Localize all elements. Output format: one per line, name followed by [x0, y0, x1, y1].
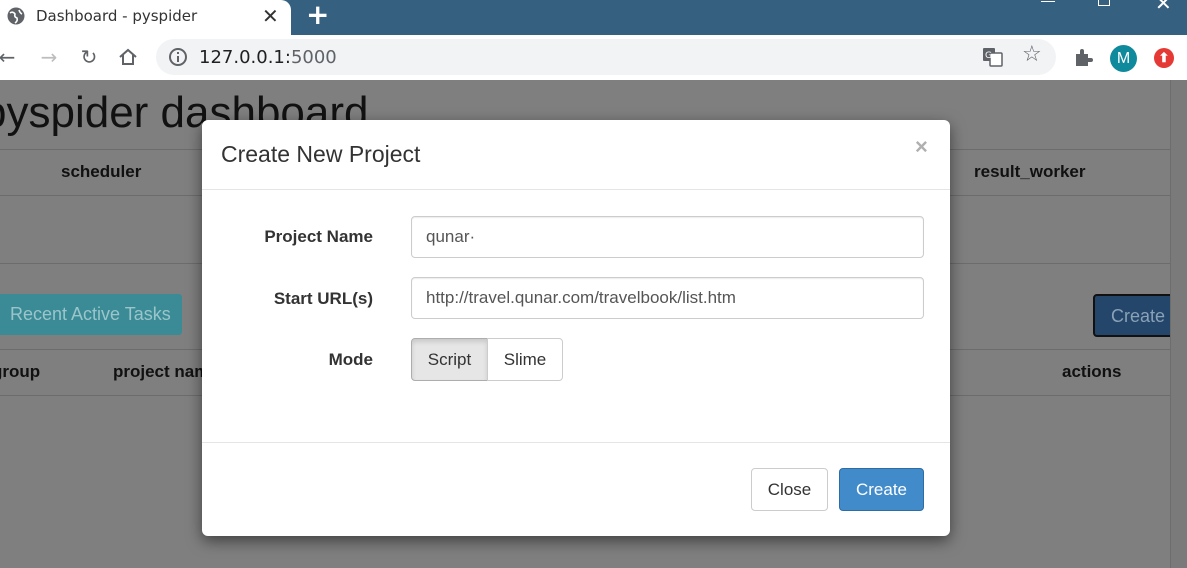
- browser-toolbar: ← → ↻ 127.0.0.1:5000 G ☆ M ⬆: [0, 35, 1187, 80]
- modal-footer-divider: [202, 442, 950, 443]
- start-urls-input[interactable]: [411, 277, 924, 319]
- table-header-group: group: [0, 362, 41, 381]
- modal-title: Create New Project: [221, 141, 421, 167]
- close-button[interactable]: Close: [751, 468, 828, 511]
- modal-header: Create New Project ×: [202, 120, 950, 190]
- recent-active-tasks-button[interactable]: Recent Active Tasks: [0, 294, 182, 335]
- tab-close-icon[interactable]: ✕: [262, 4, 279, 28]
- svg-text:G: G: [985, 51, 992, 61]
- info-icon[interactable]: [168, 47, 188, 67]
- back-icon[interactable]: ←: [0, 46, 18, 68]
- forward-icon[interactable]: →: [38, 46, 60, 68]
- extension-icon[interactable]: ⬆: [1154, 48, 1174, 68]
- mode-script-button[interactable]: Script: [411, 338, 488, 381]
- create-project-modal: Create New Project × Project Name Start …: [202, 120, 950, 536]
- create-project-button[interactable]: Create: [1093, 294, 1170, 337]
- maximize-icon[interactable]: [1098, 0, 1110, 6]
- modal-close-icon[interactable]: ×: [915, 134, 928, 160]
- address-bar[interactable]: 127.0.0.1:5000 G ☆: [156, 39, 1056, 75]
- extensions-icon[interactable]: [1072, 46, 1094, 68]
- status-column-result-worker: result_worker: [974, 162, 1086, 181]
- profile-avatar[interactable]: M: [1110, 45, 1137, 72]
- tab-title: Dashboard - pyspider: [36, 7, 198, 25]
- new-tab-button[interactable]: +: [306, 0, 329, 31]
- table-header-actions: actions: [1062, 362, 1122, 381]
- window-close-icon[interactable]: ✕: [1155, 0, 1172, 15]
- project-name-input[interactable]: [411, 216, 924, 258]
- browser-tab[interactable]: Dashboard - pyspider ✕: [0, 0, 291, 35]
- reload-icon[interactable]: ↻: [78, 46, 100, 68]
- browser-tab-bar: Dashboard - pyspider ✕ + ✕: [0, 0, 1187, 35]
- page-scrollbar[interactable]: [1170, 80, 1187, 568]
- globe-icon: [7, 7, 25, 25]
- mode-label: Mode: [328, 350, 373, 369]
- status-column-scheduler: scheduler: [61, 162, 142, 181]
- url-text: 127.0.0.1:5000: [199, 47, 337, 68]
- minimize-icon[interactable]: [1041, 1, 1055, 2]
- home-icon[interactable]: [117, 46, 139, 68]
- project-name-label: Project Name: [264, 227, 373, 246]
- create-button[interactable]: Create: [839, 468, 924, 511]
- bookmark-star-icon[interactable]: ☆: [1022, 42, 1042, 67]
- translate-icon[interactable]: G: [982, 47, 1004, 67]
- mode-slime-button[interactable]: Slime: [487, 338, 563, 381]
- start-urls-label: Start URL(s): [273, 289, 373, 308]
